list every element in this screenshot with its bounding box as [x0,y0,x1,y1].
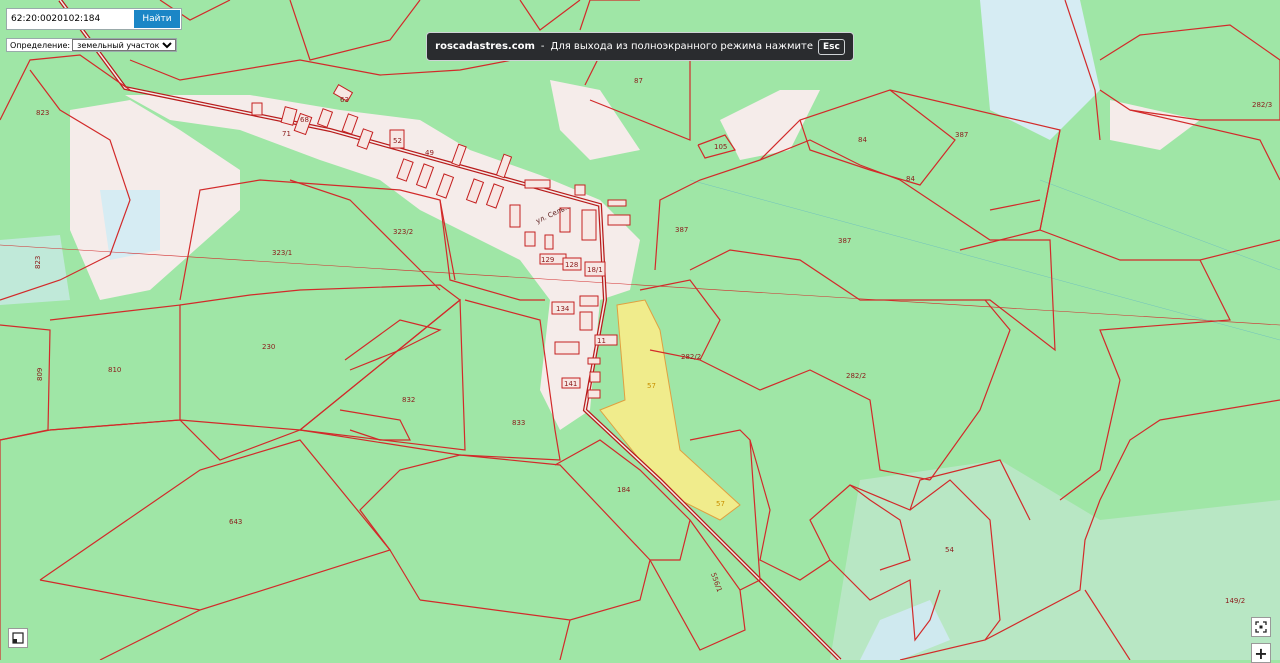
parcel-label: 105 [714,143,727,151]
parcel-label: 49 [425,149,434,157]
definition-select[interactable]: земельный участок [72,39,177,51]
esc-key: Esc [817,38,845,55]
parcel-label: 387 [675,226,688,234]
parcel-label: 323/1 [272,249,292,257]
parcel-label: 18/1 [587,266,603,274]
parcel-label: 832 [402,396,415,404]
fullscreen-banner: roscadastres.com - Для выхода из полноэк… [426,32,854,61]
parcel-label: 323/2 [393,228,413,236]
cadastral-number-input[interactable] [7,9,133,29]
parcel-label: 282/2 [846,372,866,380]
parcel-label: 87 [634,77,643,85]
zoom-in-button[interactable]: + [1251,643,1271,663]
parcel-label: 84 [906,175,915,183]
parcel-label: 282/3 [1252,101,1272,109]
parcel-label: 149/2 [1225,597,1245,605]
parcel-label: 129 [541,256,554,264]
banner-message: Для выхода из полноэкранного режима нажм… [550,41,813,52]
parcel-label: 387 [955,131,968,139]
parcel-label: 809 [36,368,44,381]
parcel-label: 68 [300,116,309,124]
parcel-label: 810 [108,366,121,374]
fullscreen-icon [1255,621,1267,633]
parcel-label: 230 [262,343,275,351]
fullscreen-button[interactable] [1251,617,1271,637]
banner-separator: - [540,41,545,52]
layers-button[interactable] [8,628,28,648]
parcel-label: 823 [34,256,42,269]
parcel-label: 141 [564,380,577,388]
parcel-label: 54 [945,546,954,554]
layers-icon [12,632,24,644]
parcel-label: 52 [393,137,402,145]
parcel-label: 643 [229,518,242,526]
definition-row: Определение: земельный участок [6,38,178,52]
parcel-label: 282/2 [681,353,701,361]
cadastral-map[interactable]: 823 823 809 810 230 323/1 323/2 832 833 … [0,0,1280,660]
parcel-label: 57 [647,382,656,390]
parcel-label: 63 [340,96,349,104]
search-bar: Найти [6,8,182,30]
parcel-label: 134 [556,305,570,313]
parcel-label: 128 [565,261,578,269]
parcel-label: 11 [597,337,606,345]
definition-label: Определение: [10,40,71,50]
parcel-label: 823 [36,109,49,117]
parcel-label: 84 [858,136,867,144]
parcel-label: 57 [716,500,725,508]
parcel-label: 184 [617,486,631,494]
parcel-label: 71 [282,130,291,138]
parcel-label: 833 [512,419,525,427]
search-button[interactable]: Найти [134,10,180,28]
parcel-label: 387 [838,237,851,245]
banner-site: roscadastres.com [435,41,535,52]
